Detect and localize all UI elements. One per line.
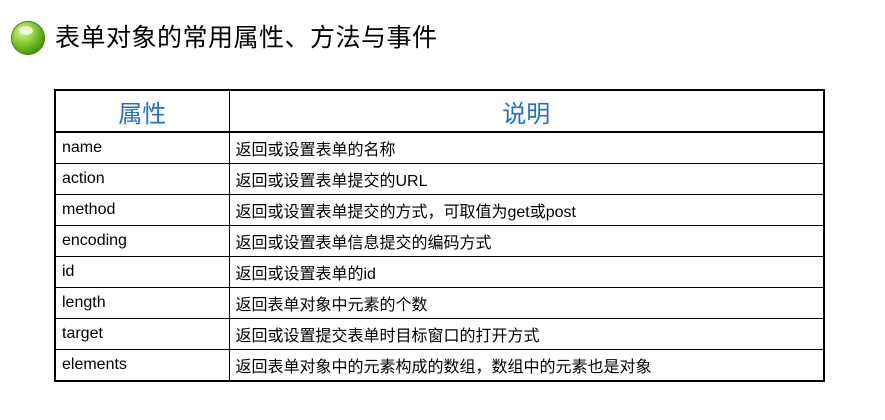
table-header-row: 属性 说明: [54, 89, 825, 133]
property-name: elements: [54, 349, 230, 382]
property-description: 返回或设置表单的名称: [228, 131, 825, 164]
property-description: 返回或设置表单信息提交的编码方式: [228, 225, 825, 257]
table-row: action 返回或设置表单提交的URL: [54, 163, 825, 195]
property-description: 返回或设置表单提交的URL: [228, 163, 825, 195]
property-description: 返回表单对象中元素的个数: [228, 287, 825, 319]
property-description: 返回或设置表单的id: [228, 256, 825, 288]
table-row: method 返回或设置表单提交的方式，可取值为get或post: [54, 194, 825, 226]
properties-table: 属性 说明 name 返回或设置表单的名称 action 返回或设置表单提交的U…: [54, 89, 825, 382]
property-name: encoding: [54, 225, 230, 257]
property-name: target: [54, 318, 230, 350]
column-header-description: 说明: [228, 89, 825, 133]
table-row: name 返回或设置表单的名称: [54, 131, 825, 164]
property-name: action: [54, 163, 230, 195]
table-row: id 返回或设置表单的id: [54, 256, 825, 288]
green-bullet-icon: [11, 21, 45, 55]
table-row: elements 返回表单对象中的元素构成的数组，数组中的元素也是对象: [54, 349, 825, 382]
page-title: 表单对象的常用属性、方法与事件: [55, 23, 438, 52]
property-description: 返回或设置表单提交的方式，可取值为get或post: [228, 194, 825, 226]
column-header-property: 属性: [54, 89, 230, 133]
table-row: target 返回或设置提交表单时目标窗口的打开方式: [54, 318, 825, 350]
property-name: id: [54, 256, 230, 288]
property-name: length: [54, 287, 230, 319]
property-description: 返回或设置提交表单时目标窗口的打开方式: [228, 318, 825, 350]
table-row: length 返回表单对象中元素的个数: [54, 287, 825, 319]
slide-title: 表单对象的常用属性、方法与事件: [11, 18, 438, 58]
property-name: method: [54, 194, 230, 226]
table-row: encoding 返回或设置表单信息提交的编码方式: [54, 225, 825, 257]
property-name: name: [54, 131, 230, 164]
property-description: 返回表单对象中的元素构成的数组，数组中的元素也是对象: [228, 349, 825, 382]
